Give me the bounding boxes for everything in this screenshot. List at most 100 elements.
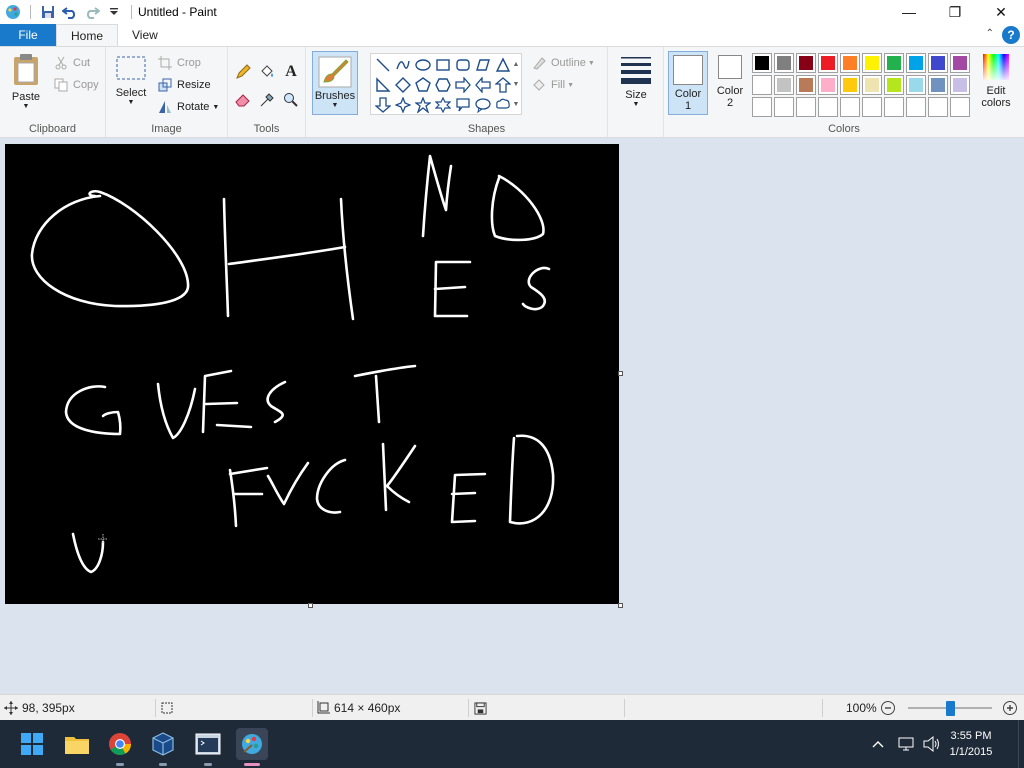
rounded-callout-shape-icon[interactable] xyxy=(453,95,473,115)
paint-taskbar-button[interactable] xyxy=(236,728,268,760)
custom-color-slot[interactable] xyxy=(774,97,794,117)
system-clock[interactable]: 3:55 PM 1/1/2015 xyxy=(936,728,1006,760)
edit-colors-button[interactable]: Edit colors xyxy=(976,53,1016,109)
shapes-scroll[interactable]: ▲ ▼ ▼ xyxy=(511,54,521,114)
rectangle-shape-icon[interactable] xyxy=(433,55,453,75)
fill-button[interactable]: Fill ▼ xyxy=(530,75,574,95)
custom-color-slot[interactable] xyxy=(840,97,860,117)
color-swatch[interactable] xyxy=(818,53,838,73)
magnifier-icon[interactable] xyxy=(280,89,302,111)
network-button[interactable] xyxy=(894,728,918,760)
custom-color-slot[interactable] xyxy=(752,97,772,117)
rotate-button[interactable]: Rotate ▼ xyxy=(156,97,219,117)
curve-shape-icon[interactable] xyxy=(393,55,413,75)
zoom-out-button[interactable] xyxy=(880,695,896,721)
zoom-slider[interactable] xyxy=(908,695,992,721)
color-swatch[interactable] xyxy=(928,53,948,73)
hexagon-shape-icon[interactable] xyxy=(433,75,453,95)
custom-color-slot[interactable] xyxy=(818,97,838,117)
text-tool-icon[interactable]: A xyxy=(280,61,302,83)
left-arrow-shape-icon[interactable] xyxy=(473,75,493,95)
paste-button[interactable]: Paste ▼ xyxy=(6,53,46,110)
minimize-button[interactable]: — xyxy=(886,0,932,24)
color1-button[interactable]: Color 1 xyxy=(668,51,708,115)
tab-file[interactable]: File xyxy=(0,24,56,46)
color-swatch[interactable] xyxy=(884,75,904,95)
zoom-slider-thumb[interactable] xyxy=(946,701,955,716)
triangle-shape-icon[interactable] xyxy=(493,55,513,75)
color-picker-icon[interactable] xyxy=(256,89,278,111)
outline-button[interactable]: Outline ▼ xyxy=(530,53,595,73)
diamond-shape-icon[interactable] xyxy=(393,75,413,95)
custom-color-slot[interactable] xyxy=(928,97,948,117)
line-shape-icon[interactable] xyxy=(373,55,393,75)
select-button[interactable]: Select ▼ xyxy=(112,55,150,106)
color-swatch[interactable] xyxy=(862,53,882,73)
undo-icon[interactable] xyxy=(59,1,81,23)
customize-qat-icon[interactable] xyxy=(103,1,125,23)
pentagon-shape-icon[interactable] xyxy=(413,75,433,95)
eraser-icon[interactable] xyxy=(232,89,254,111)
crop-button[interactable]: Crop xyxy=(156,53,201,73)
six-point-star-shape-icon[interactable] xyxy=(433,95,453,115)
zoom-in-button[interactable] xyxy=(1002,695,1018,721)
cut-button[interactable]: Cut xyxy=(52,53,90,73)
cloud-callout-shape-icon[interactable] xyxy=(493,95,513,115)
close-button[interactable]: ✕ xyxy=(978,0,1024,24)
color-swatch[interactable] xyxy=(862,75,882,95)
color-swatch[interactable] xyxy=(906,53,926,73)
drawing-canvas[interactable] xyxy=(5,144,619,604)
brushes-button[interactable]: Brushes ▼ xyxy=(312,51,358,115)
redo-icon[interactable] xyxy=(81,1,103,23)
polygon-shape-icon[interactable] xyxy=(473,55,493,75)
resize-button[interactable]: Resize xyxy=(156,75,211,95)
canvas-resize-handle-right[interactable] xyxy=(618,371,623,376)
custom-color-slot[interactable] xyxy=(862,97,882,117)
save-icon[interactable] xyxy=(37,1,59,23)
color-swatch[interactable] xyxy=(840,75,860,95)
start-button[interactable] xyxy=(16,728,48,760)
custom-color-slot[interactable] xyxy=(950,97,970,117)
virtualbox-button[interactable] xyxy=(147,728,179,760)
five-point-star-shape-icon[interactable] xyxy=(413,95,433,115)
color-swatch[interactable] xyxy=(928,75,948,95)
color-swatch[interactable] xyxy=(796,75,816,95)
oval-shape-icon[interactable] xyxy=(413,55,433,75)
canvas-resize-handle-bottom[interactable] xyxy=(308,603,313,608)
cmd-app-button[interactable] xyxy=(192,728,224,760)
right-triangle-shape-icon[interactable] xyxy=(373,75,393,95)
fill-bucket-icon[interactable] xyxy=(256,61,278,83)
color-swatch[interactable] xyxy=(840,53,860,73)
show-desktop-button[interactable] xyxy=(1018,720,1024,768)
color-swatch[interactable] xyxy=(752,53,772,73)
four-point-star-shape-icon[interactable] xyxy=(393,95,413,115)
color2-button[interactable]: Color 2 xyxy=(712,55,748,109)
size-button[interactable]: Size ▼ xyxy=(616,55,656,108)
color-swatch[interactable] xyxy=(752,75,772,95)
canvas-resize-handle-corner[interactable] xyxy=(618,603,623,608)
up-arrow-shape-icon[interactable] xyxy=(493,75,513,95)
color-swatch[interactable] xyxy=(818,75,838,95)
copy-button[interactable]: Copy xyxy=(52,75,99,95)
file-explorer-button[interactable] xyxy=(61,728,93,760)
right-arrow-shape-icon[interactable] xyxy=(453,75,473,95)
custom-color-slot[interactable] xyxy=(796,97,816,117)
color-swatch[interactable] xyxy=(774,75,794,95)
maximize-button[interactable]: ❐ xyxy=(932,0,978,24)
color-swatch[interactable] xyxy=(950,75,970,95)
tab-home[interactable]: Home xyxy=(56,24,119,46)
show-hidden-icons-button[interactable] xyxy=(866,728,890,760)
color-swatch[interactable] xyxy=(950,53,970,73)
pencil-icon[interactable] xyxy=(232,61,254,83)
color-swatch[interactable] xyxy=(796,53,816,73)
chrome-button[interactable] xyxy=(104,728,136,760)
minimize-ribbon-icon[interactable]: ⌃ xyxy=(986,28,994,39)
tab-view[interactable]: View xyxy=(118,24,172,46)
custom-color-slot[interactable] xyxy=(906,97,926,117)
color-swatch[interactable] xyxy=(774,53,794,73)
paint-app-icon[interactable] xyxy=(2,1,24,23)
oval-callout-shape-icon[interactable] xyxy=(473,95,493,115)
custom-color-slot[interactable] xyxy=(884,97,904,117)
help-icon[interactable]: ? xyxy=(1002,26,1020,44)
color-swatch[interactable] xyxy=(884,53,904,73)
